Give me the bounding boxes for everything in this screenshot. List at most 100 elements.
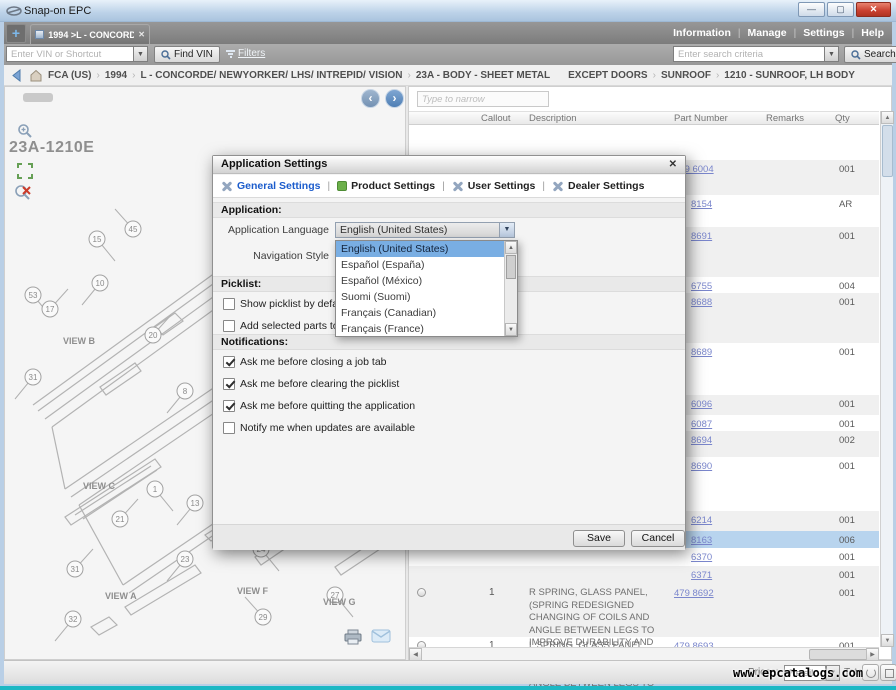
menu-settings[interactable]: Settings [803,27,844,39]
search-button[interactable]: Search [844,46,896,63]
search-dropdown-button[interactable]: ▼ [824,46,839,62]
part-number-link[interactable]: 6371 [691,570,712,581]
breadcrumb-item[interactable]: EXCEPT DOORS [568,70,647,81]
language-option[interactable]: English (United States) [336,241,504,257]
part-number-link[interactable]: 6214 [691,515,712,526]
dialog-close-icon[interactable]: ✕ [669,159,677,170]
svg-text:20: 20 [149,331,158,340]
language-option[interactable]: Español (México) [336,273,504,289]
col-qty[interactable]: Qty [835,113,850,124]
col-description[interactable]: Description [529,113,577,124]
save-button[interactable]: Save [573,530,625,547]
vertical-scrollbar[interactable]: ▲ ▼ [880,111,893,647]
menu-manage[interactable]: Manage [748,27,787,39]
breadcrumb-item[interactable]: SUNROOF [661,70,711,81]
tab-label: User Settings [468,180,536,192]
scrollbar-thumb[interactable] [882,125,893,177]
notification-options: Ask me before closing a job tabAsk me be… [223,354,415,442]
menu-help[interactable]: Help [861,27,884,39]
stop-button[interactable] [880,664,896,681]
find-vin-button[interactable]: Find VIN [154,46,220,63]
watermark: www.epcatalogs.com [733,666,863,680]
table-row[interactable]: 6370001 [409,548,879,566]
part-number-link[interactable]: 8694 [691,435,712,446]
callout-value: 1 [489,587,495,598]
job-tab-label: 1994 >L - CONCORDE/ ... [48,30,134,40]
minimize-button[interactable]: — [798,2,825,17]
picklist-option-checkbox[interactable] [223,320,235,332]
part-number-link[interactable]: 8688 [691,297,712,308]
tab-product-settings[interactable]: Product Settings [337,180,435,192]
part-number-link[interactable]: 6087 [691,419,712,430]
nav-forward-button[interactable]: › [385,89,404,108]
vin-dropdown-button[interactable]: ▼ [133,46,148,62]
breadcrumb-item[interactable]: 23A - BODY - SHEET METAL [416,70,550,81]
search-input[interactable] [673,46,825,62]
col-part-number[interactable]: Part Number [674,113,728,124]
back-icon[interactable] [10,69,24,82]
job-tab[interactable]: 1994 >L - CONCORDE/ ... ✕ [30,24,150,44]
tab-general-settings[interactable]: General Settings [221,180,320,192]
col-callout[interactable]: Callout [481,113,511,124]
tab-user-settings[interactable]: User Settings [452,180,536,192]
breadcrumb-item[interactable]: L - CONCORDE/ NEWYORKER/ LHS/ INTREPID/ … [140,70,402,81]
qty-value: 001 [839,164,855,175]
type-to-narrow-input[interactable] [417,91,549,107]
chevron-down-icon[interactable]: ▼ [499,223,514,237]
list-scroll-up-icon[interactable]: ▲ [505,241,517,254]
scroll-up-icon[interactable]: ▲ [881,111,894,124]
list-scrollbar[interactable]: ▲ ▼ [504,241,517,336]
close-button[interactable]: ✕ [856,2,891,17]
list-scroll-down-icon[interactable]: ▼ [505,323,517,336]
tab-dealer-settings[interactable]: Dealer Settings [552,180,644,192]
part-number-link[interactable]: 8690 [691,461,712,472]
table-row[interactable]: 6371001 [409,566,879,584]
part-number-link[interactable]: 8154 [691,199,712,210]
table-row[interactable]: 1R SPRING, GLASS PANEL, (SPRING REDESIGN… [409,584,879,637]
menu-information[interactable]: Information [673,27,731,39]
part-number-link[interactable]: 6755 [691,281,712,292]
part-number-link[interactable]: 8691 [691,231,712,242]
notification-option-checkbox[interactable] [223,378,235,390]
part-number-link[interactable]: 479 8692 [674,588,714,599]
hscrollbar-thumb[interactable] [809,649,873,660]
part-number-link[interactable]: 6096 [691,399,712,410]
scroll-down-icon[interactable]: ▼ [881,634,894,647]
part-number-link[interactable]: 8163 [691,535,712,546]
language-option[interactable]: Español (España) [336,257,504,273]
cancel-button[interactable]: Cancel [631,530,685,547]
list-scroll-thumb[interactable] [506,255,516,279]
print-icon[interactable] [343,629,363,645]
language-select[interactable]: English (United States) ▼ [335,222,515,238]
notification-option-checkbox[interactable] [223,356,235,368]
language-option[interactable]: Français (Canadian) [336,305,504,321]
search-bar: ▼ Find VIN Filters ▼ Search [4,44,892,65]
row-radio[interactable] [417,588,426,597]
col-remarks[interactable]: Remarks [766,113,804,124]
breadcrumb-item[interactable]: 1994 [105,70,127,81]
refresh-button[interactable] [862,664,879,681]
breadcrumb-item[interactable]: FCA (US) [48,70,92,81]
nav-back-button[interactable]: ‹ [361,89,380,108]
part-number-link[interactable]: 6370 [691,552,712,563]
tab-close-icon[interactable]: ✕ [138,30,145,39]
horizontal-scrollbar[interactable]: ◀ ▶ [409,647,879,660]
breadcrumb-separator: › [408,70,411,81]
new-tab-button[interactable]: + [6,24,26,43]
breadcrumb-item[interactable]: 1210 - SUNROOF, LH BODY [724,70,855,81]
home-icon[interactable] [29,69,43,82]
picklist-option-checkbox[interactable] [223,298,235,310]
application-settings-dialog: Application Settings ✕ General Settings|… [212,155,686,549]
part-number-link[interactable]: 8689 [691,347,712,358]
language-value: English (United States) [340,224,447,236]
vin-input[interactable] [6,46,134,62]
dialog-title-bar[interactable]: Application Settings ✕ [213,156,685,174]
notification-option-checkbox[interactable] [223,400,235,412]
maximize-button[interactable]: ▢ [827,2,854,17]
notification-option-checkbox[interactable] [223,422,235,434]
language-option[interactable]: Français (France) [336,321,504,337]
language-option[interactable]: Suomi (Suomi) [336,289,504,305]
email-icon[interactable] [371,629,391,643]
filters-link[interactable]: Filters [226,48,265,59]
svg-text:VIEW B: VIEW B [63,336,96,346]
